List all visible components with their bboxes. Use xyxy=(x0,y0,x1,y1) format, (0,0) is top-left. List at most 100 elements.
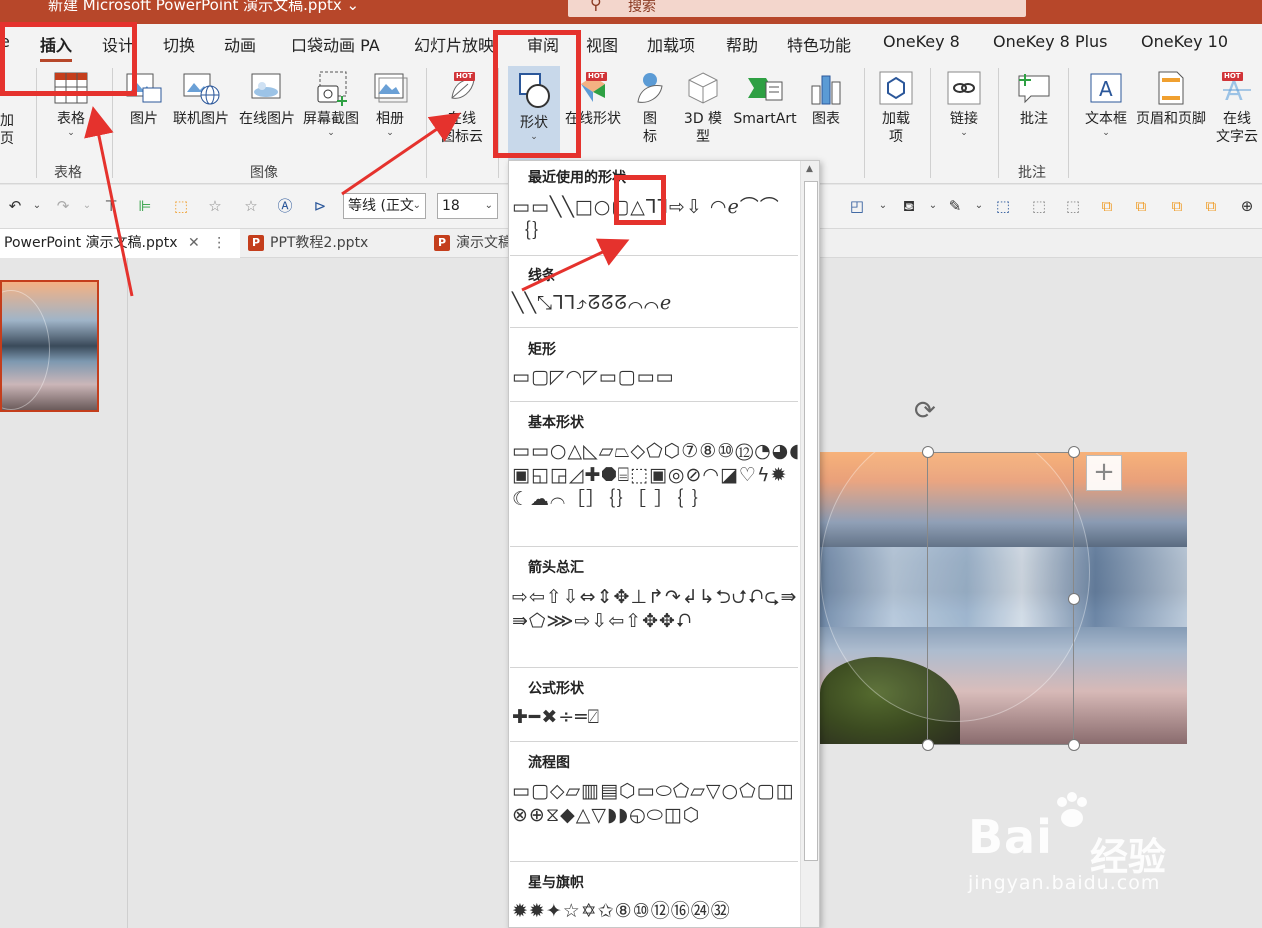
section-title: 基本形状 xyxy=(528,415,584,431)
textbox-button[interactable]: A 文本框 ⌄ xyxy=(1078,70,1134,138)
resize-handle[interactable] xyxy=(1068,593,1080,605)
doc-tab[interactable]: P 演示文稿 xyxy=(430,229,512,258)
smartart-icon xyxy=(748,78,783,101)
select-icon[interactable]: ⬚ xyxy=(170,195,192,217)
rectangle-shapes[interactable]: ▭▢◸◠◸▭▢▭▭ xyxy=(512,365,802,389)
tab-pocket-animation[interactable]: 口袋动画 PA xyxy=(291,32,380,56)
chevron-down-icon[interactable]: ⌄ xyxy=(922,195,944,217)
svg-text:A: A xyxy=(1225,77,1243,106)
resize-handle[interactable] xyxy=(922,446,934,458)
chart-button[interactable]: 图表 xyxy=(804,70,848,128)
addins-button[interactable]: 加载 项 xyxy=(872,70,920,146)
baidu-watermark: Bai 经验 jingyan.baidu.com xyxy=(968,790,1198,910)
separator xyxy=(930,68,931,178)
scrollbar-thumb[interactable] xyxy=(804,181,818,861)
chevron-down-icon: ⌄ xyxy=(412,200,421,211)
shape-change-icon[interactable]: ◰ xyxy=(846,195,868,217)
rotate-handle-icon[interactable]: ⟳ xyxy=(914,396,936,426)
undo-icon[interactable]: ↶ xyxy=(4,195,26,217)
align-icon[interactable]: ⊫ xyxy=(134,195,156,217)
online-picture-button[interactable]: 在线图片 xyxy=(236,70,298,128)
smartart-button[interactable]: SmartArt xyxy=(730,70,800,128)
tab-help[interactable]: 帮助 xyxy=(726,32,758,56)
search-placeholder[interactable]: 搜索 xyxy=(628,0,656,16)
plus-icon[interactable]: + xyxy=(1086,455,1122,491)
bring-front-icon[interactable]: ⧉ xyxy=(1166,195,1188,217)
align-center-icon[interactable]: ⊕ xyxy=(1236,195,1258,217)
equation-shapes[interactable]: ✚━✖÷═⍁ xyxy=(512,705,802,729)
section-title: 公式形状 xyxy=(528,681,584,697)
header-footer-button[interactable]: 页眉和页脚 xyxy=(1132,70,1210,128)
group-icon[interactable]: ⬚ xyxy=(992,195,1014,217)
tab-addins[interactable]: 加载项 xyxy=(647,32,695,56)
send-backward-icon[interactable]: ⧉ xyxy=(1130,195,1152,217)
section-title: 线条 xyxy=(528,268,556,284)
tab-onekey8[interactable]: OneKey 8 xyxy=(883,32,960,51)
doc-tab[interactable]: P PPT教程2.pptx xyxy=(244,229,424,258)
distribute-icon[interactable]: ⬚ xyxy=(1062,195,1084,217)
star-outline-icon[interactable]: ☆ xyxy=(240,195,262,217)
fill-bucket-icon[interactable]: ⛾ xyxy=(898,195,920,217)
chevron-down-icon[interactable]: ⌄ xyxy=(968,195,990,217)
star-icon[interactable]: ☆ xyxy=(204,195,226,217)
search-box[interactable]: ⚲ 搜索 xyxy=(568,0,1026,17)
section-title: 流程图 xyxy=(528,755,570,771)
resize-handle[interactable] xyxy=(1068,739,1080,751)
divider xyxy=(510,401,798,402)
line-shapes[interactable]: ╲╲⤡⅂⅂⤴ᘔᘔᘔ⌒⌒ℯ xyxy=(512,291,802,315)
screenshot-button[interactable]: 屏幕截图 ⌄ xyxy=(300,70,362,138)
3d-model-button[interactable]: 3D 模 型 xyxy=(678,70,728,146)
divider xyxy=(510,327,798,328)
tab-animations[interactable]: 动画 xyxy=(224,32,256,56)
hot-badge: HOT xyxy=(1222,72,1243,81)
slide-thumbnail-pane xyxy=(0,258,128,928)
bar-chart-icon xyxy=(811,75,841,105)
comment-button[interactable]: 批注 xyxy=(1010,70,1058,128)
online-wordcloud-button[interactable]: HOT A 在线 文字云 xyxy=(1212,70,1262,146)
slide-thumbnail[interactable] xyxy=(0,280,99,412)
ribbon-tabs: e 插入 设计 切换 动画 口袋动画 PA 幻灯片放映 审阅 视图 加载项 帮助… xyxy=(0,24,1262,62)
arrow-shapes[interactable]: ⇨⇦⇧⇩⇔⇕✥⊥↱↷↲↳⮌⮍⮏⮎⇛⇛⬠⋙⇨⇩⇦⇧✥✥⮏ xyxy=(512,585,802,633)
scrollbar[interactable]: ▲ xyxy=(800,161,819,927)
text-direction-icon[interactable]: ⊳ xyxy=(309,195,331,217)
tab-transitions[interactable]: 切换 xyxy=(163,32,195,56)
ungroup-icon[interactable]: ⬚ xyxy=(1028,195,1050,217)
link-button[interactable]: 链接 ⌄ xyxy=(940,70,988,138)
chevron-down-icon: ⌄ xyxy=(960,128,968,138)
basic-shapes[interactable]: ▭▭○△◺▱⏢◇⬠⬡⑦⑧⑩⑫◔◕◖▣◱◲◿✚⯃⌸⬚▣◎⊘◠◪♡ϟ✹☾☁⌒［］｛｝… xyxy=(512,439,802,511)
flowchart-shapes[interactable]: ▭▢◇▱▥▤⬡▭⬭⬠▱▽○⬠▢◫⊗⊕⧖◆△▽◗◗◵⬭◫⬡ xyxy=(512,779,802,827)
online-icon-cloud-button[interactable]: HOT 在线 图标云 xyxy=(436,70,488,146)
chevron-down-icon[interactable]: ⌄ xyxy=(76,195,98,217)
divider xyxy=(510,861,798,862)
group-label-table: 表格 xyxy=(54,165,82,181)
online-picture-linked-button[interactable]: 联机图片 xyxy=(170,70,232,128)
chevron-down-icon[interactable]: ⌄ xyxy=(26,195,48,217)
font-size-select[interactable]: 18 ⌄ xyxy=(437,193,498,219)
redo-icon[interactable]: ↷ xyxy=(52,195,74,217)
bring-forward-icon[interactable]: ⧉ xyxy=(1096,195,1118,217)
title-bar: 新建 Microsoft PowerPoint 演示文稿.pptx ⌄ ⚲ 搜索 xyxy=(0,0,1262,24)
format-painter-icon[interactable]: ⊤ xyxy=(100,195,122,217)
scroll-up-icon[interactable]: ▲ xyxy=(806,164,813,174)
tab-onekey10[interactable]: OneKey 10 xyxy=(1141,32,1228,51)
chevron-down-icon[interactable]: ⌄ xyxy=(872,195,894,217)
tab-slideshow[interactable]: 幻灯片放映 xyxy=(414,32,494,56)
pen-icon[interactable]: ✎ xyxy=(944,195,966,217)
cube-icon xyxy=(688,72,718,104)
tab-onekey8plus[interactable]: OneKey 8 Plus xyxy=(993,32,1108,51)
star-banner-shapes[interactable]: ✹✹✦☆✡✩⑧⑩⑫⑯㉔㉜ xyxy=(512,899,802,923)
font-name-select[interactable]: 等线 (正文 ⌄ xyxy=(343,193,426,219)
send-back-icon[interactable]: ⧉ xyxy=(1200,195,1222,217)
tab-view[interactable]: 视图 xyxy=(586,32,618,56)
doc-tab-active[interactable]: PowerPoint 演示文稿.pptx ✕ ⋮ xyxy=(0,229,240,258)
album-button[interactable]: 相册 ⌄ xyxy=(366,70,414,138)
textbox-icon[interactable]: Ⓐ xyxy=(274,195,296,217)
close-icon[interactable]: ✕ xyxy=(188,235,200,251)
tab-features[interactable]: 特色功能 xyxy=(787,32,851,56)
resize-handle[interactable] xyxy=(922,739,934,751)
chevron-down-icon: ⌄ xyxy=(327,128,335,138)
icons-button[interactable]: 图 标 xyxy=(628,70,672,146)
resize-handle[interactable] xyxy=(1068,446,1080,458)
more-icon[interactable]: ⋮ xyxy=(212,235,226,251)
partial-button[interactable]: 加 页 xyxy=(0,112,14,148)
